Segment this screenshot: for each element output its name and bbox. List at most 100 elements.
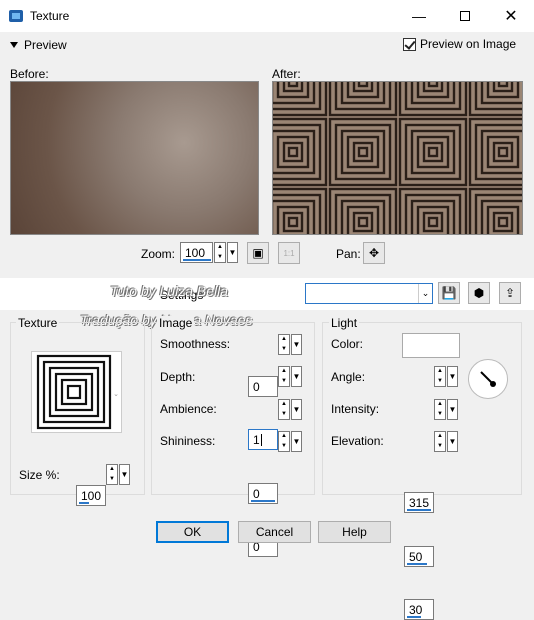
zoom-label: Zoom: bbox=[141, 247, 176, 261]
preview-toggle[interactable]: Preview bbox=[10, 38, 67, 52]
spin-down-icon: ▼ bbox=[437, 377, 443, 384]
text-cursor bbox=[260, 433, 262, 446]
texture-swatch[interactable]: ⌄ bbox=[31, 351, 122, 433]
move-icon: ✥ bbox=[368, 246, 380, 260]
spin-up-icon: ▲ bbox=[437, 368, 443, 374]
dropdown-arrow-icon: ▼ bbox=[292, 405, 301, 414]
preview-on-image-checkbox[interactable]: Preview on Image bbox=[403, 37, 516, 51]
spin-up-icon: ▲ bbox=[109, 466, 115, 472]
dropdown-arrow-icon: ▼ bbox=[292, 340, 301, 349]
elevation-input[interactable]: 30 bbox=[404, 599, 434, 620]
before-preview-image[interactable] bbox=[10, 81, 259, 235]
pan-button[interactable]: ✥ bbox=[363, 242, 385, 264]
spin-up-icon: ▲ bbox=[281, 336, 287, 342]
actual-size-button[interactable]: 1:1 bbox=[278, 242, 300, 264]
chevron-down-icon: ⌄ bbox=[418, 284, 432, 303]
spin-up-icon: ▲ bbox=[437, 401, 443, 407]
intensity-label: Intensity: bbox=[331, 402, 380, 416]
size-input[interactable]: 100 bbox=[76, 485, 106, 506]
ambience-label: Ambience: bbox=[160, 402, 217, 416]
spin-down-icon: ▼ bbox=[437, 442, 443, 449]
size-spinner[interactable]: ▲ ▼ bbox=[106, 464, 118, 485]
window-title: Texture bbox=[30, 9, 70, 23]
ok-label: OK bbox=[183, 525, 202, 539]
preset-dropdown[interactable]: ⌄ bbox=[305, 283, 433, 304]
close-button[interactable]: ✕ bbox=[488, 0, 534, 32]
collapse-triangle-icon bbox=[10, 42, 18, 48]
maximize-button[interactable] bbox=[442, 0, 488, 32]
dropdown-arrow-icon: ▼ bbox=[120, 470, 129, 479]
spin-down-icon: ▼ bbox=[281, 442, 287, 449]
spin-up-icon: ▲ bbox=[437, 433, 443, 439]
ambience-dropdown[interactable]: ▼ bbox=[291, 399, 302, 420]
shininess-spinner[interactable]: ▲ ▼ bbox=[278, 431, 290, 452]
spin-down-icon: ▼ bbox=[217, 253, 223, 260]
app-icon bbox=[8, 8, 24, 24]
spin-up-icon: ▲ bbox=[281, 433, 287, 439]
spin-down-icon: ▼ bbox=[109, 475, 115, 482]
dropdown-arrow-icon: ▼ bbox=[448, 437, 457, 446]
zoom-dropdown[interactable]: ▼ bbox=[227, 242, 238, 263]
shininess-dropdown[interactable]: ▼ bbox=[291, 431, 302, 452]
intensity-spinner[interactable]: ▲ ▼ bbox=[434, 399, 446, 420]
spin-down-icon: ▼ bbox=[281, 410, 287, 417]
elevation-dropdown[interactable]: ▼ bbox=[447, 431, 458, 452]
light-color-swatch[interactable] bbox=[402, 333, 460, 358]
shininess-label: Shininess: bbox=[160, 434, 216, 448]
angle-dropdown[interactable]: ▼ bbox=[447, 366, 458, 387]
checkbox-checked-icon bbox=[403, 37, 416, 51]
intensity-dropdown[interactable]: ▼ bbox=[447, 399, 458, 420]
light-group-label: Light bbox=[329, 316, 360, 330]
pan-label: Pan: bbox=[336, 247, 361, 261]
dropdown-arrow-icon: ▼ bbox=[292, 372, 301, 381]
fit-icon: ▣ bbox=[252, 246, 264, 260]
smoothness-dropdown[interactable]: ▼ bbox=[291, 334, 302, 355]
dropdown-arrow-icon: ▼ bbox=[228, 248, 237, 257]
texture-pattern-icon bbox=[36, 354, 112, 430]
dropdown-arrow-icon: ▼ bbox=[292, 437, 301, 446]
angle-spinner[interactable]: ▲ ▼ bbox=[434, 366, 446, 387]
preview-label: Preview bbox=[24, 38, 67, 52]
minimize-button[interactable]: — bbox=[396, 0, 442, 32]
ambience-spinner[interactable]: ▲ ▼ bbox=[278, 399, 290, 420]
depth-value: 1 bbox=[253, 432, 260, 447]
cancel-button[interactable]: Cancel bbox=[238, 521, 311, 543]
spin-down-icon: ▼ bbox=[281, 345, 287, 352]
smoothness-value: 0 bbox=[253, 379, 260, 394]
dropdown-arrow-icon: ▼ bbox=[448, 372, 457, 381]
depth-input[interactable]: 1 bbox=[248, 429, 278, 450]
import-preset-button[interactable]: ⇪ bbox=[499, 282, 521, 304]
ambience-input[interactable]: 0 bbox=[248, 483, 278, 504]
after-label: After: bbox=[272, 67, 301, 81]
intensity-input[interactable]: 50 bbox=[404, 546, 434, 567]
zoom-spinner[interactable]: ▲ ▼ bbox=[214, 242, 226, 263]
save-preset-button[interactable]: 💾 bbox=[438, 282, 460, 304]
angle-label: Angle: bbox=[331, 370, 366, 384]
zoom-to-fit-button[interactable]: ▣ bbox=[247, 242, 269, 264]
watermark-line-1: Tuto by Luiza Bella bbox=[110, 283, 229, 299]
depth-spinner[interactable]: ▲ ▼ bbox=[278, 366, 290, 387]
color-label: Color: bbox=[331, 337, 364, 351]
elevation-value: 30 bbox=[409, 602, 423, 617]
depth-dropdown[interactable]: ▼ bbox=[291, 366, 302, 387]
help-button[interactable]: Help bbox=[318, 521, 391, 543]
after-preview-image[interactable] bbox=[272, 81, 523, 235]
zoom-input[interactable]: 100 bbox=[180, 242, 213, 263]
one-to-one-icon: 1:1 bbox=[283, 248, 295, 258]
smoothness-label: Smoothness: bbox=[160, 337, 231, 351]
angle-dial[interactable] bbox=[468, 359, 508, 399]
smoothness-spinner[interactable]: ▲ ▼ bbox=[278, 334, 290, 355]
elevation-spinner[interactable]: ▲ ▼ bbox=[434, 431, 446, 452]
smoothness-input[interactable]: 0 bbox=[248, 376, 278, 397]
swatch-dropdown-icon[interactable]: ⌄ bbox=[113, 390, 119, 398]
angle-value: 315 bbox=[409, 495, 430, 510]
angle-input[interactable]: 315 bbox=[404, 492, 434, 513]
ok-button[interactable]: OK bbox=[156, 521, 229, 543]
reset-button[interactable]: ⬢ bbox=[468, 282, 490, 304]
zoom-value: 100 bbox=[185, 245, 206, 260]
minimize-icon: — bbox=[412, 8, 426, 24]
save-icon: 💾 bbox=[441, 286, 457, 300]
size-dropdown[interactable]: ▼ bbox=[119, 464, 130, 485]
intensity-value: 50 bbox=[409, 549, 423, 564]
close-icon: ✕ bbox=[504, 8, 518, 25]
